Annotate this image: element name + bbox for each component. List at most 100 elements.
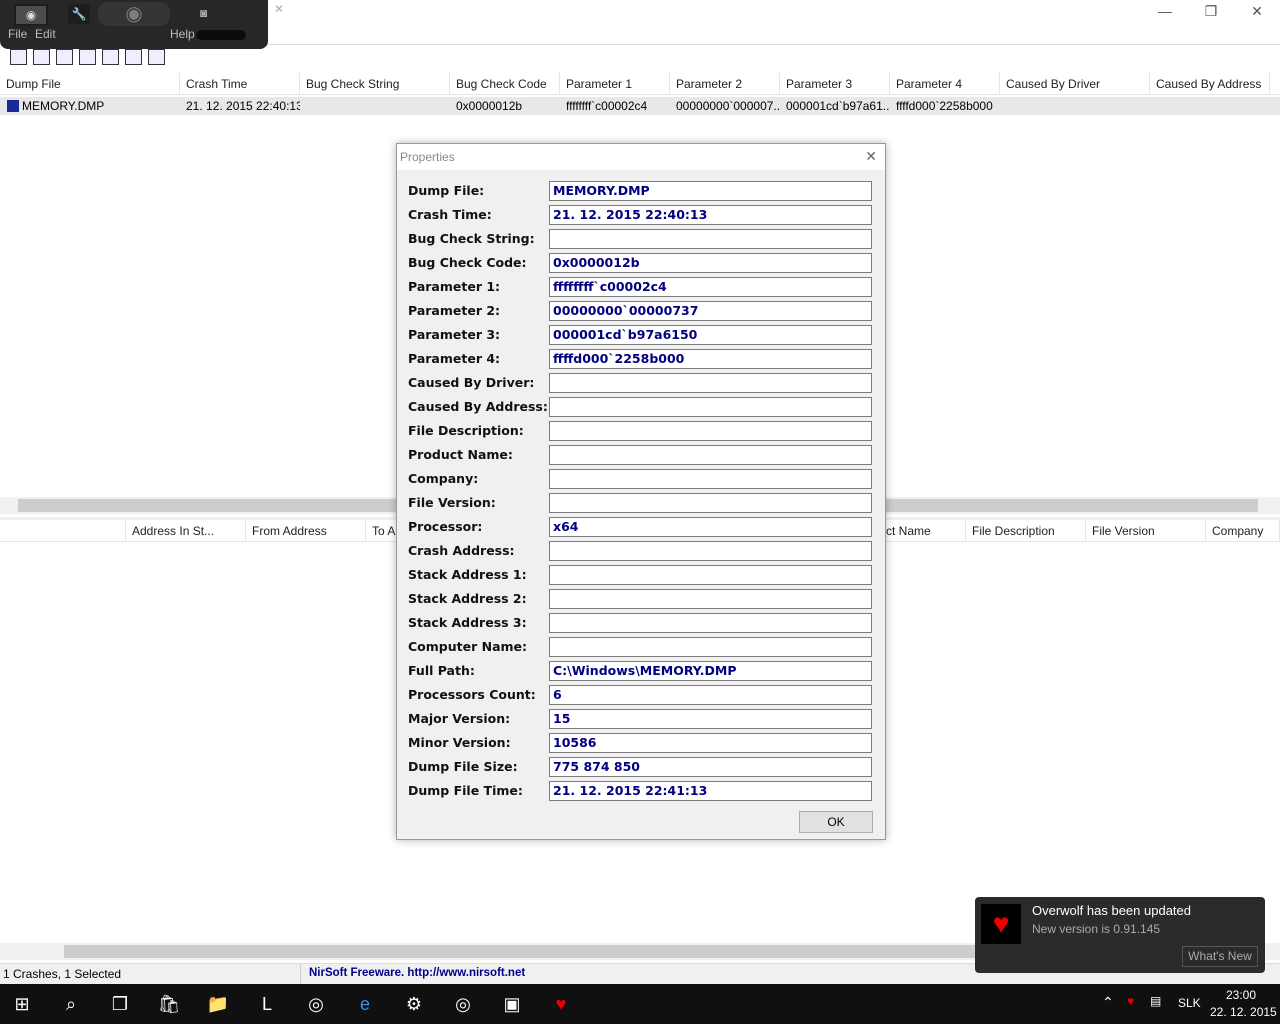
table-row[interactable]: MEMORY.DMP 21. 12. 2015 22:40:13 0x0000012… <box>0 97 1280 115</box>
column-header[interactable]: Parameter 4 <box>890 73 1000 95</box>
column-header[interactable]: Caused By Driver <box>1000 73 1150 95</box>
find-icon[interactable] <box>125 49 142 65</box>
dialog-close-icon[interactable]: ✕ <box>865 148 877 165</box>
file-explorer-icon[interactable]: 📁 <box>204 990 232 1018</box>
refresh-icon[interactable] <box>56 49 73 65</box>
field-label: Computer Name: <box>408 639 528 654</box>
field-value[interactable]: ffffd000`2258b000 <box>549 349 872 369</box>
language-indicator[interactable]: SLK <box>1178 996 1201 1010</box>
task-view-icon[interactable]: ❐ <box>106 990 134 1018</box>
html-report-icon[interactable] <box>102 49 119 65</box>
menu-file[interactable]: File <box>8 27 27 41</box>
close-button[interactable]: ✕ <box>1234 0 1280 24</box>
toast-title: Overwolf has been updated <box>1032 903 1191 918</box>
field-label: Processors Count: <box>408 687 536 702</box>
field-value[interactable]: ffffffff`c00002c4 <box>549 277 872 297</box>
column-header[interactable]: File Version <box>1086 520 1206 542</box>
tray-chevron-icon[interactable]: ⌃ <box>1102 994 1114 1011</box>
screenshot-icon[interactable]: ◉ <box>14 4 48 26</box>
column-header[interactable] <box>0 520 126 542</box>
field-value[interactable]: x64 <box>549 517 872 537</box>
start-icon[interactable]: ⊞ <box>8 990 36 1018</box>
column-header[interactable]: Crash Time <box>180 73 300 95</box>
column-header[interactable]: Bug Check Code <box>450 73 560 95</box>
field-value[interactable]: 21. 12. 2015 22:40:13 <box>549 205 872 225</box>
camera-icon[interactable]: ◉ <box>98 2 170 26</box>
ok-button[interactable]: OK <box>799 811 873 833</box>
field-value[interactable]: C:\Windows\MEMORY.DMP <box>549 661 872 681</box>
store-icon[interactable]: 🛍 <box>155 990 183 1018</box>
clock-date[interactable]: 22. 12. 2015 <box>1210 1005 1277 1019</box>
maximize-button[interactable]: ❐ <box>1188 0 1234 24</box>
field-value[interactable]: 15 <box>549 709 872 729</box>
table-cell: MEMORY.DMP <box>22 99 105 113</box>
table-cell: 21. 12. 2015 22:40:13 <box>186 99 300 113</box>
settings-icon[interactable]: ⚙ <box>400 990 428 1018</box>
column-header[interactable]: Bug Check String <box>300 73 450 95</box>
field-value[interactable] <box>549 445 872 465</box>
field-value[interactable] <box>549 613 872 633</box>
field-value[interactable] <box>549 421 872 441</box>
dump-file-icon <box>7 100 19 112</box>
column-header[interactable]: Parameter 3 <box>780 73 890 95</box>
wrench-icon[interactable]: 🔧 <box>68 4 90 24</box>
column-header[interactable]: Address In St... <box>126 520 246 542</box>
field-value[interactable] <box>549 637 872 657</box>
table-cell: 000001cd`b97a61... <box>786 99 890 113</box>
field-value[interactable]: 10586 <box>549 733 872 753</box>
search-icon[interactable]: ⌕ <box>57 990 85 1018</box>
field-value[interactable]: 000001cd`b97a6150 <box>549 325 872 345</box>
field-label: Company: <box>408 471 479 486</box>
menu-help[interactable]: Help <box>170 27 195 41</box>
column-header[interactable]: File Description <box>966 520 1086 542</box>
edge-icon[interactable]: e <box>351 990 379 1018</box>
overwolf-notification[interactable]: ♥ Overwolf has been updated New version … <box>975 897 1265 973</box>
chrome-alt-icon[interactable]: ◎ <box>449 990 477 1018</box>
menu-edit[interactable]: Edit <box>35 27 56 41</box>
field-label: Caused By Address: <box>408 399 548 414</box>
league-icon[interactable]: L <box>253 990 281 1018</box>
field-value[interactable]: 0x0000012b <box>549 253 872 273</box>
action-center-icon[interactable]: ▤ <box>1150 994 1161 1008</box>
photo-mode-icon[interactable]: ◙ <box>200 6 207 20</box>
column-header[interactable]: Dump File <box>0 73 180 95</box>
exit-icon[interactable] <box>148 49 165 65</box>
clock-time[interactable]: 23:00 <box>1226 988 1256 1002</box>
field-value[interactable]: 6 <box>549 685 872 705</box>
field-value[interactable]: 00000000`00000737 <box>549 301 872 321</box>
field-value[interactable] <box>549 541 872 561</box>
save-icon[interactable] <box>33 49 50 65</box>
field-label: Processor: <box>408 519 483 534</box>
overlay-close-icon[interactable]: ✕ <box>274 2 284 16</box>
field-value[interactable]: 21. 12. 2015 22:41:13 <box>549 781 872 801</box>
overwolf-logo-icon: ♥ <box>981 904 1021 944</box>
minimize-button[interactable]: — <box>1142 0 1188 24</box>
column-header[interactable]: From Address <box>246 520 366 542</box>
overwolf-tray-icon[interactable]: ♥ <box>1127 994 1134 1008</box>
copy-icon[interactable] <box>79 49 96 65</box>
field-value[interactable] <box>549 493 872 513</box>
column-header[interactable]: ct Name <box>880 520 966 542</box>
chrome-icon[interactable]: ◎ <box>302 990 330 1018</box>
field-value[interactable] <box>549 397 872 417</box>
overwolf-icon[interactable]: ♥ <box>547 990 575 1018</box>
field-label: Bug Check String: <box>408 231 535 246</box>
field-value[interactable] <box>549 373 872 393</box>
bluescreenview-icon[interactable]: ▣ <box>498 990 526 1018</box>
field-value[interactable]: 775 874 850 <box>549 757 872 777</box>
field-value[interactable]: MEMORY.DMP <box>549 181 872 201</box>
properties-icon[interactable] <box>10 49 27 65</box>
column-header[interactable]: Parameter 2 <box>670 73 780 95</box>
field-label: Crash Address: <box>408 543 515 558</box>
field-value[interactable] <box>549 565 872 585</box>
field-label: Minor Version: <box>408 735 511 750</box>
column-header[interactable]: Company <box>1206 520 1280 542</box>
field-value[interactable] <box>549 589 872 609</box>
nirsoft-link[interactable]: NirSoft Freeware. http://www.nirsoft.net <box>300 964 533 984</box>
column-header[interactable]: Caused By Address <box>1150 73 1270 95</box>
field-value[interactable] <box>549 469 872 489</box>
upper-list-header: Dump File Crash Time Bug Check String Bug C… <box>0 73 1280 95</box>
column-header[interactable]: Parameter 1 <box>560 73 670 95</box>
whats-new-button[interactable]: What's New <box>1182 946 1258 967</box>
field-value[interactable] <box>549 229 872 249</box>
